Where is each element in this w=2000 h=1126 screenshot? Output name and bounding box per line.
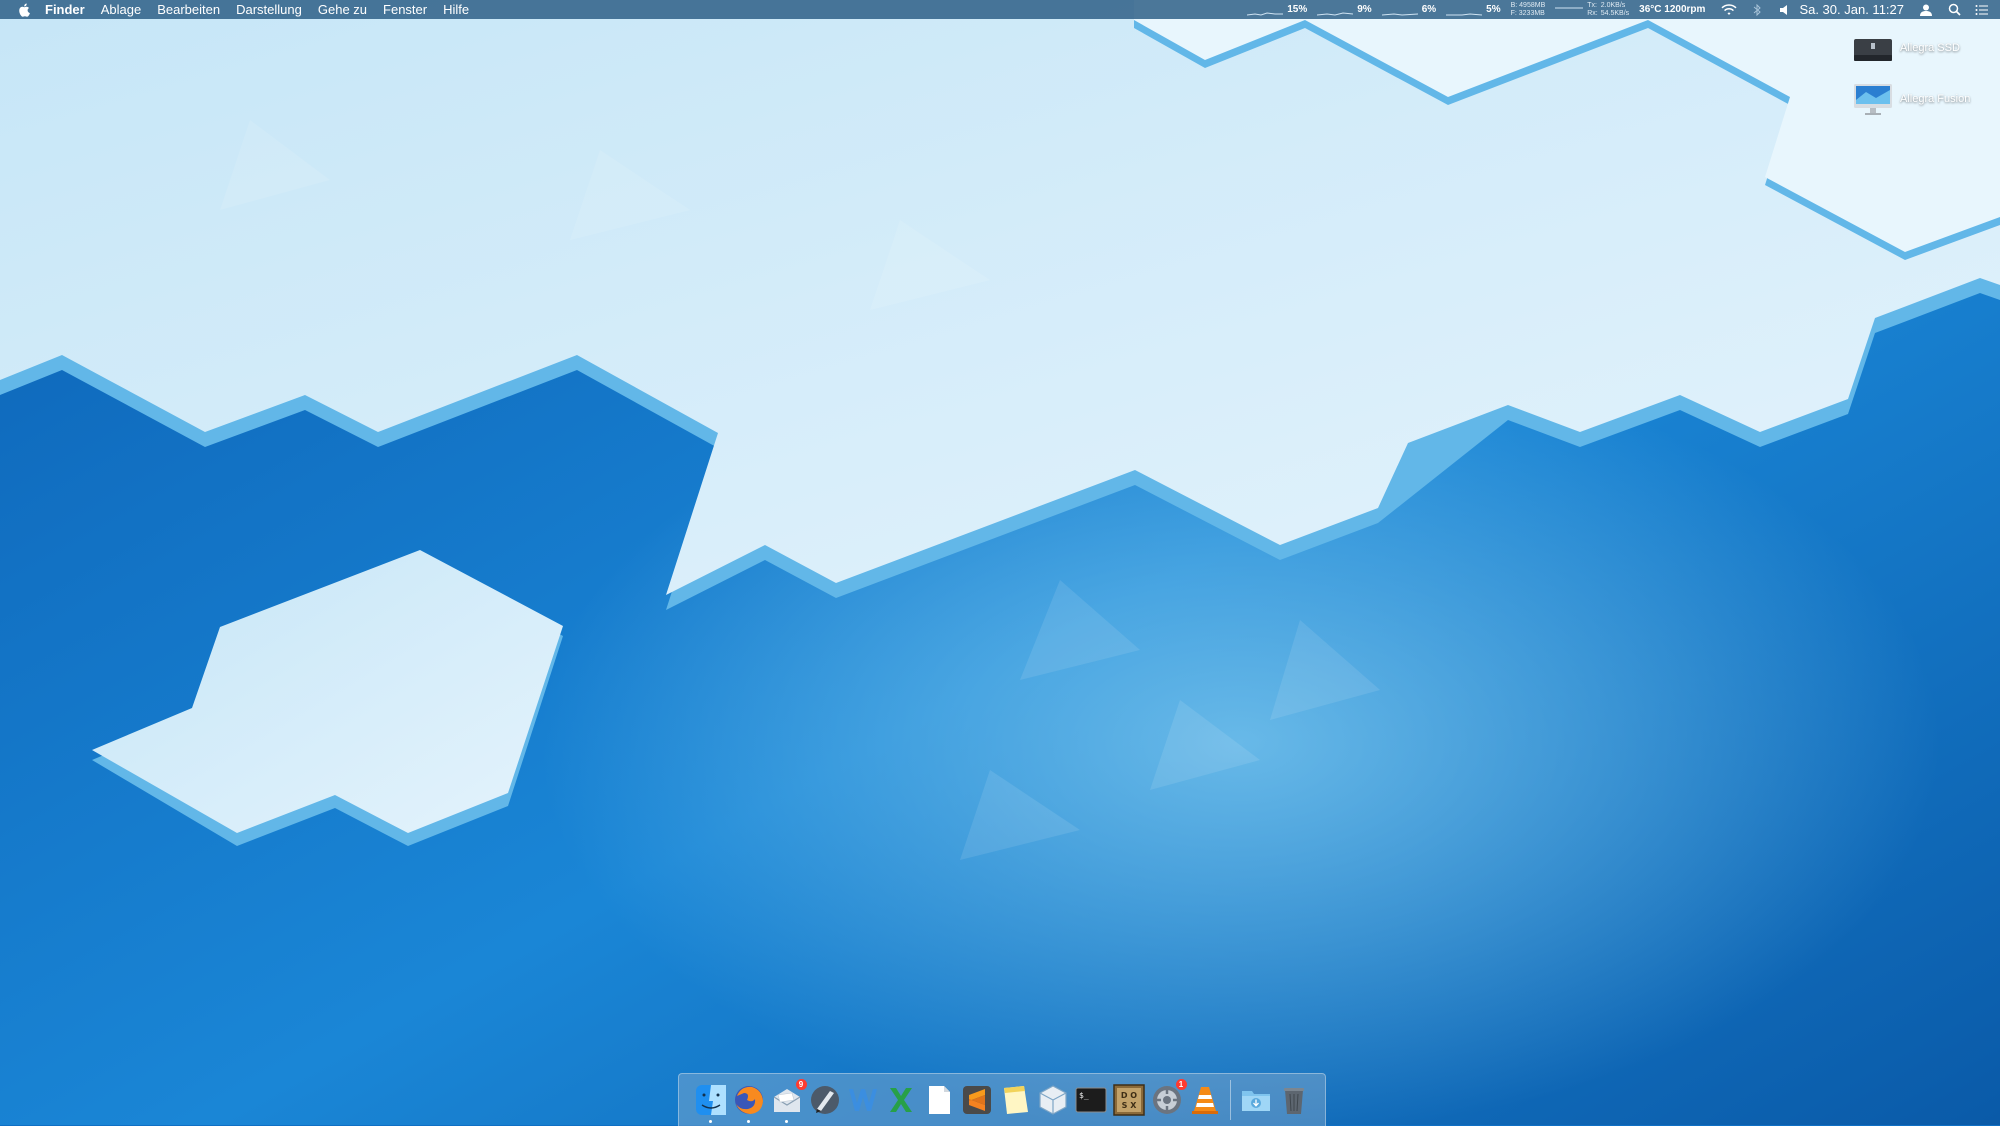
pen-icon bbox=[810, 1086, 839, 1114]
disk-value: 5% bbox=[1486, 4, 1501, 15]
svg-text:S X: S X bbox=[1121, 1101, 1137, 1110]
spotlight-search-icon[interactable] bbox=[1946, 2, 1962, 18]
gpu-sparkline-icon bbox=[1381, 12, 1418, 16]
memory-line-1: B: 4958MB bbox=[1510, 1, 1546, 9]
running-indicator bbox=[746, 1120, 750, 1123]
disk-sparkline-icon bbox=[1446, 12, 1483, 15]
running-indicator bbox=[708, 1120, 712, 1123]
gpu-monitor[interactable]: 6% bbox=[1381, 4, 1437, 16]
cpu1-sparkline-icon bbox=[1247, 11, 1284, 16]
dock-downloads-stack[interactable] bbox=[1239, 1083, 1273, 1117]
document-icon bbox=[928, 1086, 950, 1114]
dock-finder[interactable] bbox=[694, 1083, 728, 1123]
virtualbox-icon bbox=[1038, 1085, 1067, 1115]
menu-app-name[interactable]: Finder bbox=[45, 2, 85, 17]
clock[interactable]: Sa. 30. Jan. 11:27 bbox=[1799, 2, 1904, 17]
network-monitor[interactable]: Tx: Rx: 2.0KB/s 54.5KB/s bbox=[1555, 2, 1629, 18]
desktop-icon-label: Allegra Fusion bbox=[1900, 93, 1971, 105]
imac-icon bbox=[1854, 84, 1892, 115]
dock-system-preferences[interactable]: 1 bbox=[1150, 1079, 1187, 1117]
dock-notes[interactable] bbox=[998, 1083, 1032, 1117]
cpu2-monitor[interactable]: 9% bbox=[1317, 4, 1372, 16]
notification-center-icon[interactable] bbox=[1974, 2, 1990, 18]
dock-dosbox[interactable]: D O S X bbox=[1112, 1083, 1146, 1117]
memory-line-2: F: 3233MB bbox=[1510, 9, 1545, 17]
mail-badge: 9 bbox=[795, 1079, 807, 1090]
bluetooth-icon[interactable] bbox=[1749, 2, 1765, 18]
menu-gehe-zu[interactable]: Gehe zu bbox=[318, 2, 367, 17]
status-area: 15% 9% 6% 5% B: 4958MB F: 3233MB Tx: Rx:… bbox=[1247, 0, 2000, 19]
desktop-icon-allegra-ssd[interactable]: Allegra SSD bbox=[1852, 31, 1960, 65]
dock-pen-app[interactable] bbox=[808, 1083, 842, 1117]
network-tx-label: Tx: bbox=[1587, 1, 1597, 9]
finder-icon bbox=[695, 1085, 726, 1115]
temperature-fan[interactable]: 36°C 1200rpm bbox=[1639, 4, 1705, 15]
sublime-icon bbox=[962, 1086, 991, 1114]
firefox-icon bbox=[734, 1086, 763, 1114]
dock: 9 $_ D O S X 1 bbox=[678, 1073, 1326, 1126]
cpu1-monitor[interactable]: 15% bbox=[1247, 4, 1307, 16]
desktop-wallpaper bbox=[0, 0, 2000, 1125]
dosbox-icon: D O S X bbox=[1112, 1084, 1145, 1116]
downloads-folder-icon bbox=[1241, 1091, 1270, 1111]
svg-text:D O: D O bbox=[1120, 1091, 1136, 1100]
dock-textedit[interactable] bbox=[922, 1083, 956, 1117]
network-tx-value: 2.0KB/s bbox=[1600, 1, 1626, 9]
menu-fenster[interactable]: Fenster bbox=[383, 2, 427, 17]
menu-darstellung[interactable]: Darstellung bbox=[236, 2, 302, 17]
vlc-icon bbox=[1191, 1087, 1218, 1114]
hard-drive-icon bbox=[1854, 39, 1892, 61]
desktop-icon-label: Allegra SSD bbox=[1900, 42, 1960, 54]
dock-separator bbox=[1229, 1080, 1231, 1120]
system-preferences-badge: 1 bbox=[1175, 1079, 1187, 1090]
disk-monitor[interactable]: 5% bbox=[1446, 4, 1501, 16]
trash-icon bbox=[1283, 1088, 1304, 1114]
running-indicator bbox=[784, 1120, 788, 1123]
dock-mail[interactable]: 9 bbox=[770, 1079, 807, 1123]
wifi-icon[interactable] bbox=[1721, 2, 1737, 18]
terminal-icon: $_ bbox=[1075, 1087, 1106, 1113]
volume-icon[interactable] bbox=[1777, 2, 1793, 18]
network-rx-label: Rx: bbox=[1587, 9, 1598, 17]
gpu-value: 6% bbox=[1421, 4, 1437, 15]
menu-bearbeiten[interactable]: Bearbeiten bbox=[157, 2, 220, 17]
dock-firefox[interactable] bbox=[732, 1083, 766, 1123]
dock-sublime[interactable] bbox=[960, 1083, 994, 1117]
dock-word-app[interactable] bbox=[846, 1083, 880, 1117]
network-sparkline-icon bbox=[1555, 7, 1584, 8]
dock-vlc[interactable] bbox=[1188, 1083, 1222, 1117]
excel-icon bbox=[889, 1088, 912, 1112]
dock-trash[interactable] bbox=[1277, 1083, 1311, 1117]
dock-excel-app[interactable] bbox=[884, 1083, 918, 1117]
network-rx-value: 54.5KB/s bbox=[1600, 9, 1630, 17]
cpu1-value: 15% bbox=[1287, 4, 1308, 15]
cpu2-value: 9% bbox=[1357, 4, 1372, 15]
apple-menu-icon[interactable] bbox=[17, 3, 31, 17]
dock-virtualbox[interactable] bbox=[1036, 1083, 1070, 1117]
user-icon[interactable] bbox=[1918, 2, 1934, 18]
menu-bar: Finder Ablage Bearbeiten Darstellung Geh… bbox=[0, 0, 2000, 19]
memory-monitor[interactable]: B: 4958MB F: 3233MB bbox=[1511, 2, 1546, 18]
dock-terminal[interactable]: $_ bbox=[1074, 1083, 1108, 1117]
word-icon bbox=[848, 1089, 877, 1111]
desktop-icon-allegra-fusion[interactable]: Allegra Fusion bbox=[1852, 82, 1970, 116]
svg-text:$_: $_ bbox=[1079, 1091, 1089, 1100]
cpu2-sparkline-icon bbox=[1317, 11, 1354, 16]
menu-hilfe[interactable]: Hilfe bbox=[443, 2, 469, 17]
notes-icon bbox=[1003, 1086, 1028, 1114]
menu-ablage[interactable]: Ablage bbox=[101, 2, 141, 17]
